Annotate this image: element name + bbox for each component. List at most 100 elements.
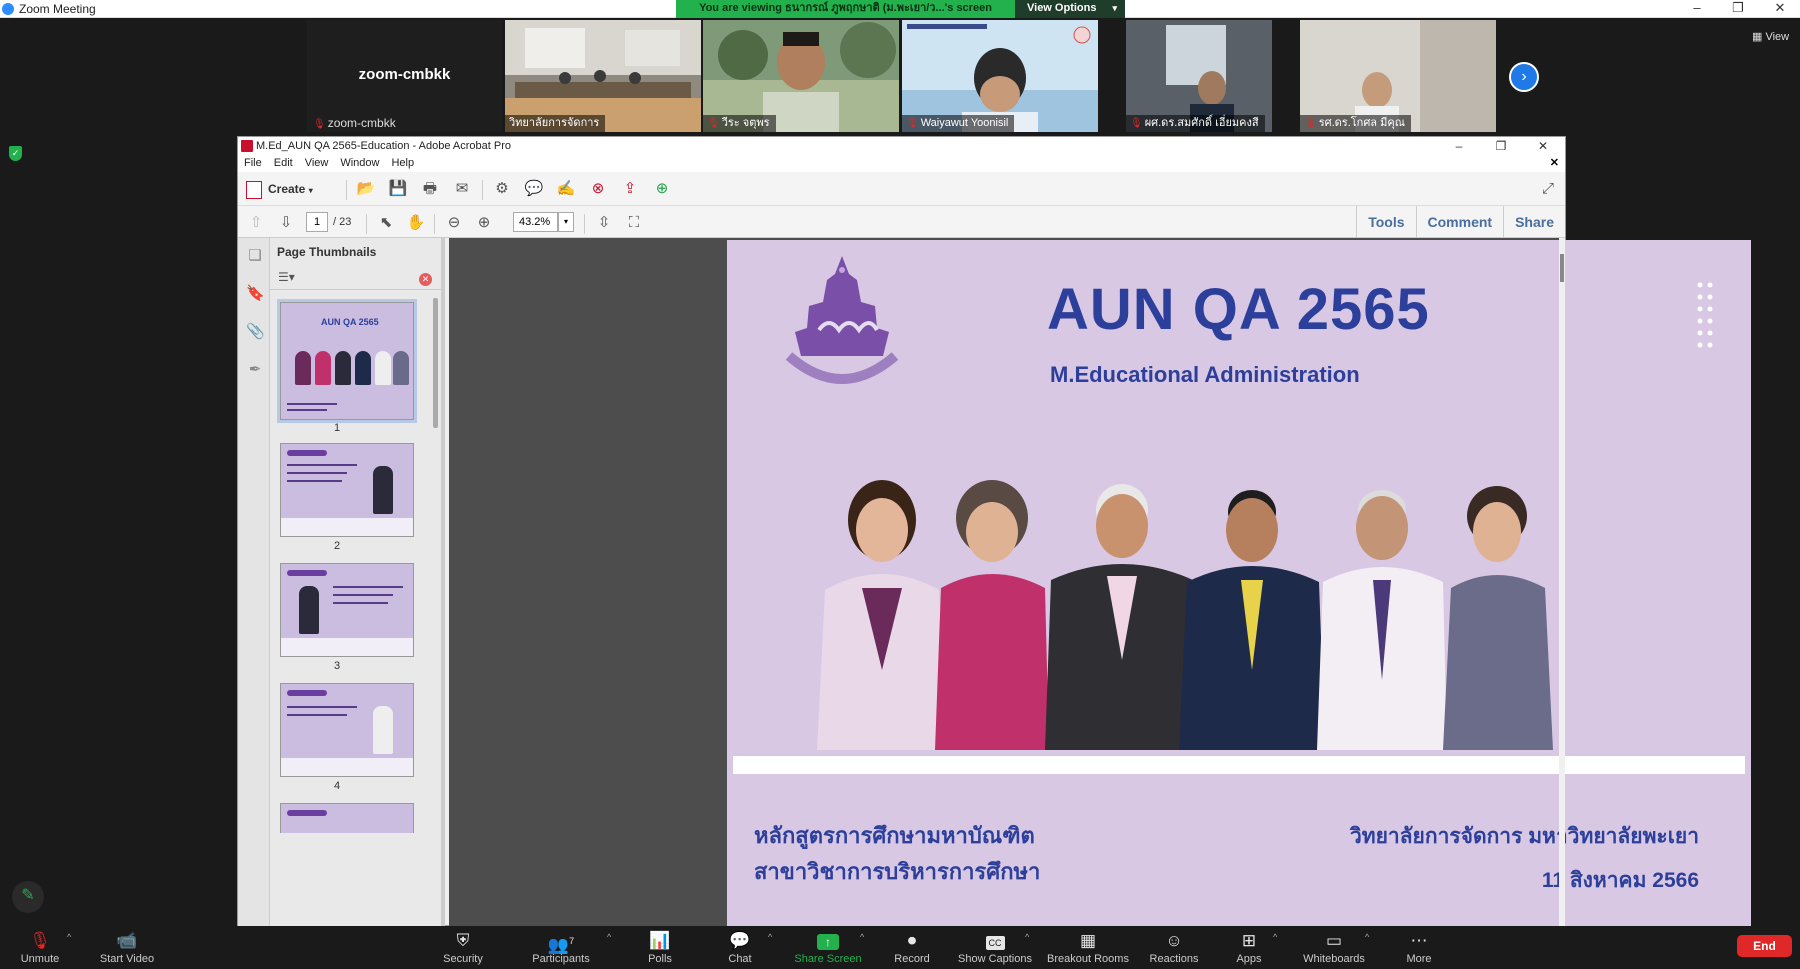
gallery-next-button[interactable]: › [1509, 62, 1539, 92]
comment-link[interactable]: Comment [1415, 206, 1504, 238]
zoom-in-icon[interactable]: ⊕ [472, 212, 496, 234]
close-icon[interactable]: ✕ [1763, 0, 1797, 18]
share-link[interactable]: Share [1503, 206, 1565, 238]
print-icon[interactable]: 🖶 [418, 178, 442, 200]
participants-chevron-icon[interactable]: ^ [607, 932, 611, 942]
polls-icon: 📊 [649, 931, 671, 950]
open-folder-icon[interactable]: 📂 [354, 178, 378, 200]
create-button[interactable]: Create ▾ [246, 178, 313, 200]
scrollbar-thumb[interactable] [1560, 254, 1564, 282]
annotate-pencil-icon[interactable]: ✎ [12, 881, 44, 913]
close-icon[interactable]: ✕ [1523, 137, 1563, 155]
polls-button[interactable]: 📊 Polls [615, 930, 705, 965]
restore-icon[interactable]: ❐ [1481, 137, 1521, 155]
slide-heading: AUN QA 2565 [1047, 277, 1430, 342]
chevron-down-icon: ▾ [1112, 3, 1117, 13]
email-icon[interactable]: ✉ [450, 178, 474, 200]
fit-page-icon[interactable]: ⛶ [622, 212, 646, 234]
record-icon: ⏺ [907, 931, 917, 950]
participant-tile-host[interactable]: zoom-cmbkk 🎙 zoom-cmbkk [307, 20, 502, 132]
menu-file[interactable]: File [244, 157, 262, 169]
minimize-icon[interactable]: – [1680, 0, 1714, 18]
save-icon[interactable]: 💾 [386, 178, 410, 200]
settings-gear-icon[interactable]: ⚙ [490, 178, 514, 200]
export-icon[interactable]: ⇪ [618, 178, 642, 200]
combine-icon[interactable]: ⊕ [650, 178, 674, 200]
participant-tile-2[interactable]: 🎙 วีระ จตุพร [703, 20, 899, 132]
signature-icon[interactable]: ✒ [246, 360, 264, 380]
participant-label: 🎙 รศ.ดร.โกศล มีคุณ [1300, 115, 1411, 132]
presentation-date: 11 สิงหาคม 2566 [1541, 869, 1699, 892]
close-document-icon[interactable]: ✕ [1550, 155, 1559, 172]
decorative-dots [1697, 282, 1713, 348]
chat-chevron-icon[interactable]: ^ [768, 932, 772, 942]
zoom-meeting-window: Zoom Meeting You are viewing ธนากรณ์ ภูพ… [0, 0, 1800, 969]
page-thumbnails-panel: Page Thumbnails ☰▾ ✕ AUN QA 2565 1 2 3 4 [270, 238, 445, 927]
navigation-toolbar: ⇧ ⇩ 1 / 23 ⬉ ✋ ⊖ ⊕ 43.2% ▾ ⇳ ⛶ Tools Comm… [238, 206, 1565, 238]
prev-page-icon[interactable]: ⇧ [244, 212, 268, 234]
thumbnail-page-4[interactable] [280, 683, 414, 777]
page-number-input[interactable]: 1 [306, 212, 328, 232]
minimize-icon[interactable]: – [1439, 137, 1479, 155]
viewing-banner: You are viewing ธนากรณ์ ภูพฤกษาติ (ม.พะเ… [676, 0, 1015, 18]
end-meeting-button[interactable]: End [1737, 935, 1792, 957]
security-button[interactable]: ⛨ Security [418, 930, 508, 965]
university-seal-logo [785, 256, 899, 384]
thumbnail-page-2[interactable] [280, 443, 414, 537]
breakout-rooms-button[interactable]: ▦ Breakout Rooms [1043, 930, 1133, 965]
record-button[interactable]: ⏺ Record [867, 930, 957, 965]
apps-button[interactable]: ⊞ Apps [1204, 930, 1294, 965]
document-scrollbar[interactable] [1559, 238, 1565, 927]
restore-icon[interactable]: ❐ [1721, 0, 1755, 18]
participant-tile-1[interactable]: วิทยาลัยการจัดการ [505, 20, 701, 132]
attachment-icon[interactable]: 📎 [246, 322, 265, 342]
participants-button[interactable]: 👥7 Participants [516, 930, 606, 965]
zoom-out-icon[interactable]: ⊖ [442, 212, 466, 234]
view-layout-button[interactable]: ▦ View [1752, 30, 1789, 43]
redact-icon[interactable]: ⊗ [586, 178, 610, 200]
more-button[interactable]: ⋯ More [1374, 930, 1464, 965]
participant-label: 🎙 ผศ.ดร.สมศักดิ์ เอี่ยมคงสี [1126, 115, 1265, 132]
start-video-button[interactable]: 📹 Start Video [82, 930, 172, 965]
thumbnail-page-3[interactable] [280, 563, 414, 657]
document-viewer[interactable]: AUN QA 2565 M.Educational Administration [449, 238, 1751, 927]
next-page-icon[interactable]: ⇩ [274, 212, 298, 234]
unmute-button[interactable]: 🎙 Unmute [0, 930, 85, 965]
bookmark-icon[interactable]: 🔖 [246, 284, 265, 304]
thumbnail-page-5[interactable] [280, 803, 414, 833]
thumbnail-page-1[interactable]: AUN QA 2565 [277, 299, 417, 423]
fit-width-icon[interactable]: ⇳ [592, 212, 616, 234]
apps-chevron-icon[interactable]: ^ [1273, 932, 1277, 942]
comment-bubble-icon[interactable]: 💬 [522, 178, 546, 200]
thumbnail-options-icon[interactable]: ☰▾ [278, 270, 295, 284]
zoom-dropdown-icon[interactable]: ▾ [558, 212, 574, 232]
participant-tile-3[interactable]: 🎙 Waiyawut Yoonisil [902, 20, 1098, 132]
highlight-icon[interactable]: ✍ [554, 178, 578, 200]
menu-help[interactable]: Help [391, 157, 414, 169]
zoom-logo-icon [2, 3, 14, 15]
whiteboard-chevron-icon[interactable]: ^ [1365, 932, 1369, 942]
participants-icon: 👥7 [547, 935, 575, 955]
page-thumbnails-icon[interactable]: ❏ [246, 246, 264, 266]
pdf-icon [241, 140, 253, 152]
expand-icon[interactable]: ⤢ [1536, 178, 1560, 200]
menu-edit[interactable]: Edit [274, 157, 293, 169]
view-options-button[interactable]: View Options ▾ [1015, 0, 1125, 18]
menu-window[interactable]: Window [340, 157, 379, 169]
mic-muted-icon: 🎙 [29, 931, 51, 950]
acrobat-window: M.Ed_AUN QA 2565-Education - Adobe Acrob… [237, 136, 1751, 927]
zoom-level-input[interactable]: 43.2% [513, 212, 558, 232]
menu-view[interactable]: View [305, 157, 329, 169]
audio-options-chevron-icon[interactable]: ^ [67, 932, 71, 942]
right-panel-links: Tools Comment Share [1356, 206, 1565, 238]
share-chevron-icon[interactable]: ^ [860, 932, 864, 942]
captions-chevron-icon[interactable]: ^ [1025, 932, 1029, 942]
select-cursor-icon[interactable]: ⬉ [374, 212, 398, 234]
tools-link[interactable]: Tools [1356, 206, 1415, 238]
thumbnails-scrollbar[interactable] [433, 298, 438, 428]
view-options-label: View Options [1027, 2, 1097, 14]
delete-page-icon[interactable]: ✕ [419, 273, 432, 286]
hand-tool-icon[interactable]: ✋ [404, 212, 428, 234]
participant-tile-5[interactable]: 🎙 รศ.ดร.โกศล มีคุณ [1300, 20, 1496, 132]
participant-tile-4[interactable]: 🎙 ผศ.ดร.สมศักดิ์ เอี่ยมคงสี [1126, 20, 1272, 132]
